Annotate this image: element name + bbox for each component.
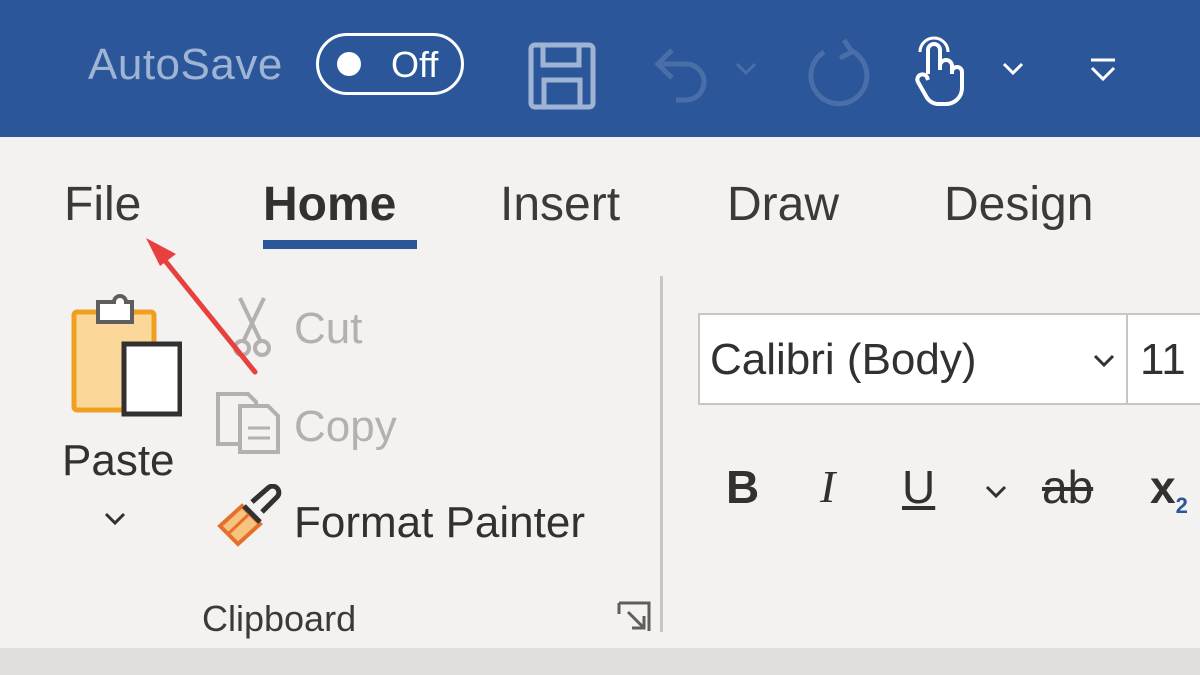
ribbon-bottom-border bbox=[0, 648, 1200, 675]
font-name-value: Calibri (Body) bbox=[710, 335, 977, 384]
cut-label: Cut bbox=[294, 304, 363, 353]
subscript-index: 2 bbox=[1175, 493, 1188, 518]
undo-icon[interactable] bbox=[650, 40, 712, 106]
format-painter-button[interactable]: Format Painter bbox=[214, 484, 614, 554]
save-icon[interactable] bbox=[528, 42, 596, 110]
scissors-icon bbox=[233, 297, 271, 357]
paste-label: Paste bbox=[62, 436, 175, 485]
paste-button[interactable]: Paste bbox=[58, 290, 188, 550]
tab-design[interactable]: Design bbox=[944, 177, 1093, 232]
ribbon-tabs: File Home Insert Draw Design bbox=[0, 137, 1200, 267]
tab-insert[interactable]: Insert bbox=[500, 177, 620, 232]
copy-icon bbox=[216, 392, 280, 454]
clipboard-group-label: Clipboard bbox=[202, 598, 357, 639]
group-separator bbox=[660, 276, 663, 632]
underline-dropdown-icon[interactable] bbox=[984, 484, 1008, 500]
subscript-button[interactable]: x2 bbox=[1150, 460, 1188, 519]
tab-file[interactable]: File bbox=[64, 177, 141, 232]
title-bar: AutoSave Off bbox=[0, 0, 1200, 137]
italic-button[interactable]: I bbox=[820, 460, 835, 513]
cut-button[interactable]: Cut bbox=[222, 296, 402, 360]
copy-label: Copy bbox=[294, 402, 397, 451]
autosave-state: Off bbox=[391, 44, 439, 85]
font-size-field[interactable]: 11 bbox=[1128, 313, 1200, 405]
chevron-down-icon bbox=[1093, 354, 1115, 368]
underline-button[interactable]: U bbox=[902, 460, 935, 514]
dialog-launcher-icon[interactable] bbox=[616, 600, 652, 634]
active-tab-indicator bbox=[263, 240, 417, 249]
format-painter-label: Format Painter bbox=[294, 498, 585, 547]
strikethrough-button[interactable]: ab bbox=[1042, 460, 1093, 514]
tab-draw[interactable]: Draw bbox=[727, 177, 839, 232]
bold-button[interactable]: B bbox=[726, 460, 759, 514]
paste-dropdown-icon[interactable] bbox=[104, 512, 126, 526]
subscript-base: x bbox=[1150, 461, 1176, 513]
touch-mode-icon[interactable] bbox=[914, 36, 966, 108]
tab-overflow bbox=[1190, 177, 1200, 237]
undo-dropdown-icon[interactable] bbox=[735, 62, 757, 76]
autosave-label: AutoSave bbox=[88, 40, 283, 89]
font-name-dropdown[interactable]: Calibri (Body) bbox=[698, 313, 1128, 405]
toggle-knob bbox=[337, 52, 361, 76]
paste-icon bbox=[71, 294, 182, 417]
redo-icon[interactable] bbox=[804, 36, 874, 108]
copy-button[interactable]: Copy bbox=[214, 390, 414, 460]
tab-home[interactable]: Home bbox=[263, 177, 396, 232]
touch-dropdown-icon[interactable] bbox=[1002, 62, 1024, 76]
autosave-toggle[interactable]: Off bbox=[316, 33, 464, 95]
paintbrush-icon bbox=[217, 484, 282, 547]
font-size-value: 11 bbox=[1140, 335, 1186, 384]
customize-toolbar-icon[interactable] bbox=[1088, 56, 1118, 84]
